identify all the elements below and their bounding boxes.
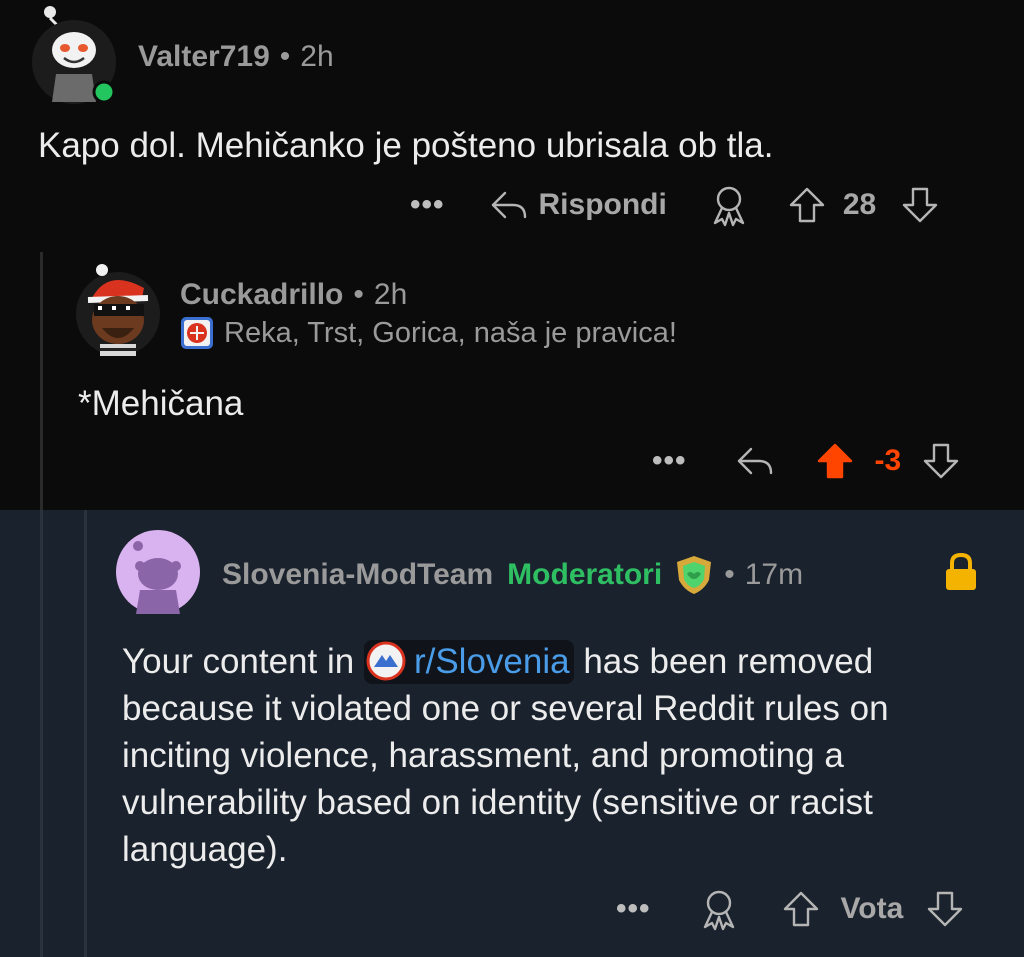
vote-score: -3 bbox=[874, 444, 902, 477]
comment-actions: ••• -3 bbox=[652, 436, 961, 486]
username[interactable]: Slovenia-ModTeam bbox=[222, 558, 493, 592]
thread-line[interactable] bbox=[40, 510, 43, 957]
downvote-icon[interactable] bbox=[925, 889, 965, 929]
vote-score: 28 bbox=[842, 188, 877, 221]
avatar[interactable] bbox=[28, 4, 120, 104]
user-flair: Reka, Trst, Gorica, naša je pravica! bbox=[180, 316, 677, 350]
more-options-button[interactable]: ••• bbox=[652, 446, 687, 476]
separator-dot: • bbox=[724, 558, 735, 591]
vote-label: Vota bbox=[840, 892, 904, 925]
avatar[interactable] bbox=[72, 258, 162, 358]
mod-comment-text: Your content in r/Slovenia has been remo… bbox=[122, 638, 992, 873]
flair-emblem-icon bbox=[181, 317, 213, 349]
downvote-icon[interactable] bbox=[921, 441, 961, 481]
award-icon[interactable] bbox=[707, 183, 751, 227]
username[interactable]: Cuckadrillo bbox=[180, 278, 343, 311]
comment-cuckadrillo: Cuckadrillo • 2h Reka, Trst, Gorica, naša … bbox=[60, 250, 1024, 510]
separator-dot: • bbox=[353, 278, 364, 311]
upvote-icon[interactable] bbox=[787, 185, 827, 225]
downvote-icon[interactable] bbox=[900, 185, 940, 225]
timestamp: 17m bbox=[744, 558, 804, 591]
more-options-button[interactable]: ••• bbox=[616, 894, 651, 924]
subreddit-link[interactable]: r/Slovenia bbox=[363, 640, 574, 684]
timestamp: 2h bbox=[300, 40, 334, 73]
reply-label: Rispondi bbox=[538, 188, 667, 221]
subreddit-name: r/Slovenia bbox=[413, 642, 570, 681]
timestamp: 2h bbox=[373, 278, 408, 311]
subreddit-icon bbox=[366, 641, 406, 681]
separator-dot: • bbox=[279, 40, 291, 73]
reply-icon[interactable] bbox=[735, 443, 775, 479]
reply-button[interactable]: Rispondi bbox=[489, 187, 667, 223]
flair-text: Reka, Trst, Gorica, naša je pravica! bbox=[224, 316, 677, 349]
upvote-icon[interactable] bbox=[781, 889, 821, 929]
upvote-active-icon[interactable] bbox=[815, 441, 855, 481]
moderator-tag: Moderatori bbox=[507, 558, 663, 591]
comment-actions: ••• Vota bbox=[616, 884, 965, 934]
award-icon[interactable] bbox=[697, 887, 741, 931]
mod-comment-panel: Slovenia-ModTeam Moderatori • 17m Your c… bbox=[0, 510, 1024, 957]
comment-text: *Mehičana bbox=[78, 384, 244, 423]
text-before-link: Your content in bbox=[122, 642, 364, 681]
comment-valter: Valter719 • 2h Kapo dol. Mehičanko je pošt… bbox=[0, 0, 1024, 250]
reply-icon bbox=[491, 191, 526, 219]
more-options-button[interactable]: ••• bbox=[410, 190, 445, 220]
moderator-shield-icon bbox=[677, 556, 712, 594]
comment-text: Kapo dol. Mehičanko je pošteno ubrisala … bbox=[38, 126, 774, 165]
comment-actions: ••• Rispondi 28 bbox=[410, 180, 940, 230]
thread-line[interactable] bbox=[84, 510, 87, 957]
lock-icon bbox=[943, 552, 979, 597]
avatar[interactable] bbox=[116, 530, 200, 614]
username[interactable]: Valter719 bbox=[138, 40, 270, 73]
